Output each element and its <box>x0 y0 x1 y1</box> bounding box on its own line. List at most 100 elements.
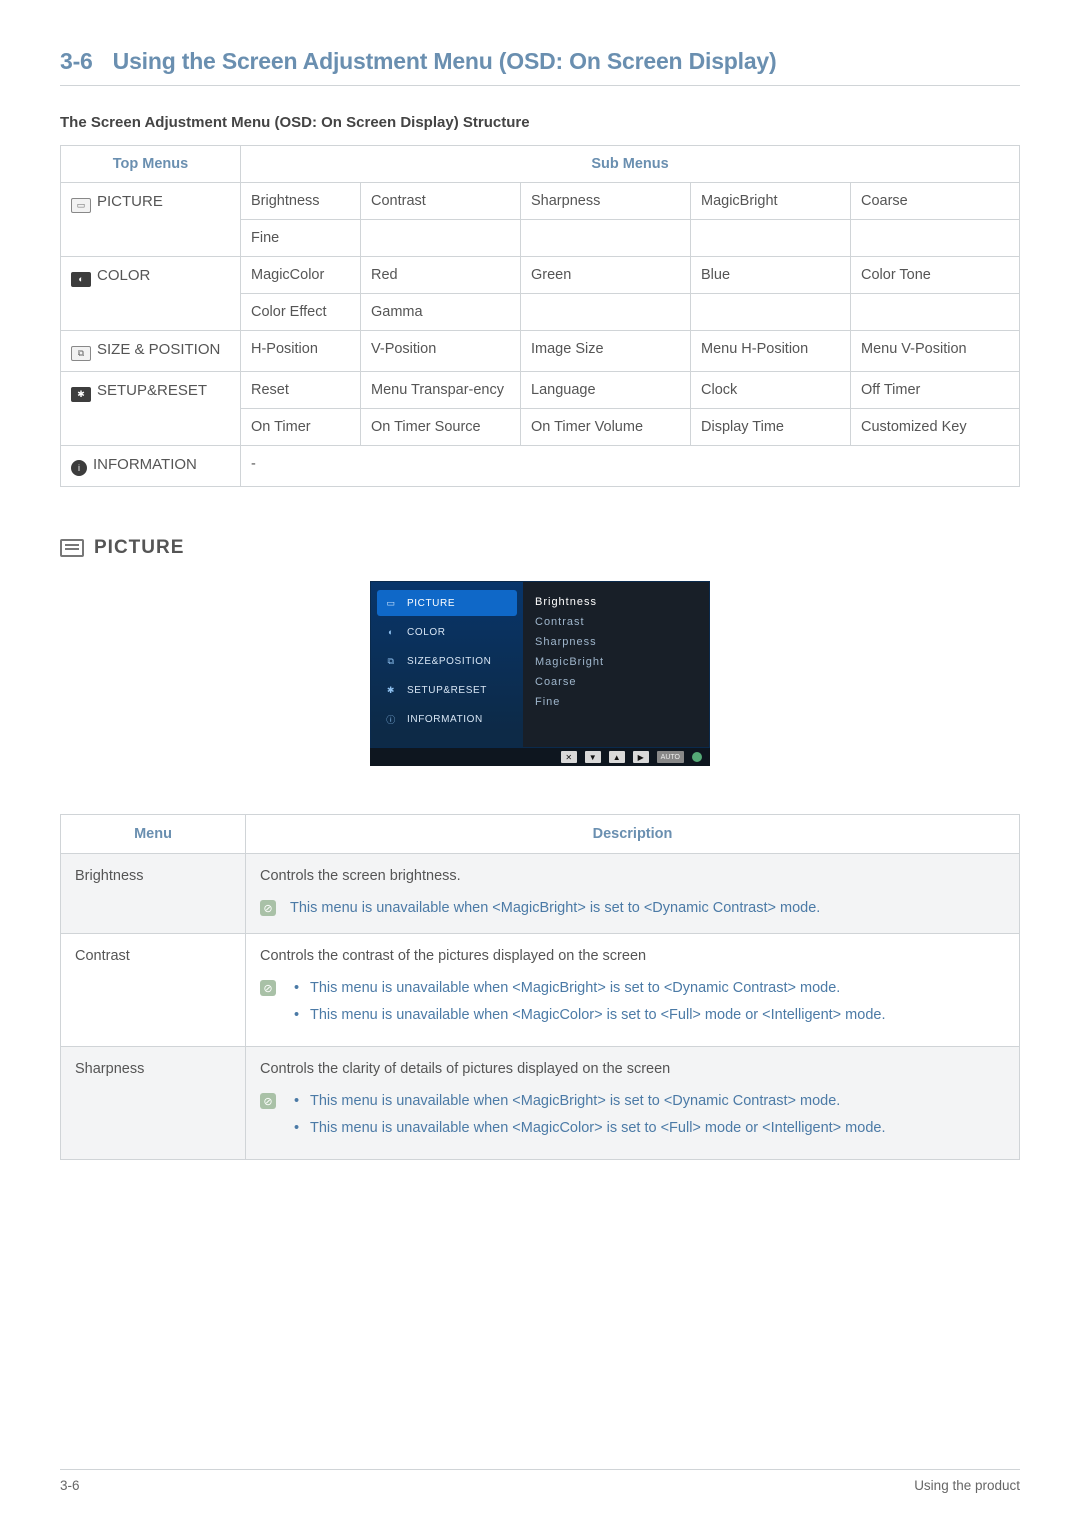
cell: On Timer Volume <box>521 409 691 446</box>
cell: Off Timer <box>851 372 1020 409</box>
structure-th-top: Top Menus <box>61 146 241 183</box>
osd-auto-button: AUTO <box>657 751 684 763</box>
note-row: ⊘ This menu is unavailable when <MagicBr… <box>260 978 1005 1032</box>
cell: - <box>241 446 1020 487</box>
topmenu-picture: ▭ PICTURE <box>61 183 241 257</box>
picture-section-label: PICTURE <box>94 537 184 559</box>
cell: H-Position <box>241 331 361 372</box>
osd-power-icon <box>692 752 702 762</box>
cell: Blue <box>691 257 851 294</box>
cell: Menu H-Position <box>691 331 851 372</box>
note-item: This menu is unavailable when <MagicColo… <box>290 1005 885 1026</box>
footer-left: 3-6 <box>60 1478 80 1493</box>
cell: Color Tone <box>851 257 1020 294</box>
page-title-wrap: 3-6Using the Screen Adjustment Menu (OSD… <box>60 48 1020 86</box>
osd-left-item: ⧉ SIZE&POSITION <box>377 648 517 674</box>
osd-picture-icon: ▭ <box>383 597 399 609</box>
topmenu-color: ◐ COLOR <box>61 257 241 331</box>
color-icon: ◐ <box>71 272 91 287</box>
footer-right: Using the product <box>914 1478 1020 1493</box>
cell: V-Position <box>361 331 521 372</box>
topmenu-size-label: SIZE & POSITION <box>97 341 220 358</box>
osd-color-icon: ◐ <box>383 626 399 638</box>
osd-panel: ▭PICTURE ◐ COLOR ⧉ SIZE&POSITION ✱ SETUP&RE… <box>370 581 710 748</box>
desc-intro: Controls the screen brightness. <box>260 868 1005 884</box>
osd-screenshot: ▭PICTURE ◐ COLOR ⧉ SIZE&POSITION ✱ SETUP&RE… <box>60 581 1020 766</box>
topmenu-size: ⧉ SIZE & POSITION <box>61 331 241 372</box>
size-icon: ⧉ <box>71 346 91 361</box>
cell: Green <box>521 257 691 294</box>
cell: Display Time <box>691 409 851 446</box>
cell <box>691 294 851 331</box>
desc-intro: Controls the clarity of details of pictu… <box>260 1061 1005 1077</box>
osd-right-item: Brightness <box>535 592 697 612</box>
cell: Image Size <box>521 331 691 372</box>
cell: Brightness <box>241 183 361 220</box>
osd-left-menu: ▭PICTURE ◐ COLOR ⧉ SIZE&POSITION ✱ SETUP&RE… <box>371 582 523 747</box>
topmenu-info-label: INFORMATION <box>93 456 197 473</box>
osd-setup-icon: ✱ <box>383 684 399 696</box>
cell: Gamma <box>361 294 521 331</box>
desc-cell: Controls the screen brightness. ⊘ This m… <box>246 854 1020 934</box>
topmenu-picture-label: PICTURE <box>97 193 163 210</box>
osd-left-item: ⓘINFORMATION <box>377 706 517 732</box>
note-row: ⊘ This menu is unavailable when <MagicBr… <box>260 898 1005 919</box>
osd-size-icon: ⧉ <box>383 655 399 667</box>
section-heading-picture: PICTURE <box>60 537 1020 559</box>
cell <box>851 294 1020 331</box>
cell <box>521 294 691 331</box>
osd-right-menu: Brightness Contrast Sharpness MagicBrigh… <box>523 582 709 747</box>
table-row: Sharpness Controls the clarity of detail… <box>61 1047 1020 1160</box>
cell <box>851 220 1020 257</box>
note-icon: ⊘ <box>260 980 276 996</box>
desc-menu: Brightness <box>61 854 246 934</box>
osd-left-item: ◐ COLOR <box>377 619 517 645</box>
osd-left-label: COLOR <box>407 627 446 638</box>
picture-icon: ▭ <box>71 198 91 213</box>
cell: Clock <box>691 372 851 409</box>
cell: Customized Key <box>851 409 1020 446</box>
topmenu-info: i INFORMATION <box>61 446 241 487</box>
desc-th-desc: Description <box>246 815 1020 854</box>
cell: Menu Transpar-ency <box>361 372 521 409</box>
osd-right-item: Sharpness <box>535 632 697 652</box>
topmenu-setup: ✱SETUP&RESET <box>61 372 241 446</box>
desc-cell: Controls the clarity of details of pictu… <box>246 1047 1020 1160</box>
desc-cell: Controls the contrast of the pictures di… <box>246 934 1020 1047</box>
cell <box>521 220 691 257</box>
note-item: This menu is unavailable when <MagicColo… <box>290 1118 885 1139</box>
note-icon: ⊘ <box>260 1093 276 1109</box>
note-list: This menu is unavailable when <MagicBrig… <box>290 978 885 1032</box>
desc-menu: Contrast <box>61 934 246 1047</box>
cell: Sharpness <box>521 183 691 220</box>
cell <box>361 220 521 257</box>
title-text: Using the Screen Adjustment Menu (OSD: O… <box>113 48 777 74</box>
osd-close-icon: ✕ <box>561 751 577 763</box>
cell: Fine <box>241 220 361 257</box>
note-text: This menu is unavailable when <MagicBrig… <box>290 898 820 919</box>
desc-intro: Controls the contrast of the pictures di… <box>260 948 1005 964</box>
cell: Red <box>361 257 521 294</box>
osd-up-icon: ▲ <box>609 751 625 763</box>
cell: Coarse <box>851 183 1020 220</box>
osd-right-item: Coarse <box>535 672 697 692</box>
osd-left-item: ▭PICTURE <box>377 590 517 616</box>
osd-left-label: SIZE&POSITION <box>407 656 491 667</box>
cell: MagicBright <box>691 183 851 220</box>
page-footer: 3-6 Using the product <box>60 1469 1020 1493</box>
cell: On Timer <box>241 409 361 446</box>
picture-section-icon <box>60 539 84 557</box>
info-icon: i <box>71 460 87 476</box>
osd-left-label: INFORMATION <box>407 714 483 725</box>
topmenu-color-label: COLOR <box>97 267 150 284</box>
structure-table: Top Menus Sub Menus ▭PICTURE Brightness … <box>60 145 1020 487</box>
cell: Menu V-Position <box>851 331 1020 372</box>
setup-icon: ✱ <box>71 387 91 402</box>
table-row: Contrast Controls the contrast of the pi… <box>61 934 1020 1047</box>
osd-left-label: SETUP&RESET <box>407 685 487 696</box>
cell: Contrast <box>361 183 521 220</box>
note-row: ⊘ This menu is unavailable when <MagicBr… <box>260 1091 1005 1145</box>
desc-menu: Sharpness <box>61 1047 246 1160</box>
table-row: Brightness Controls the screen brightnes… <box>61 854 1020 934</box>
osd-footer: ✕ ▼ ▲ ▶ AUTO <box>370 748 710 766</box>
